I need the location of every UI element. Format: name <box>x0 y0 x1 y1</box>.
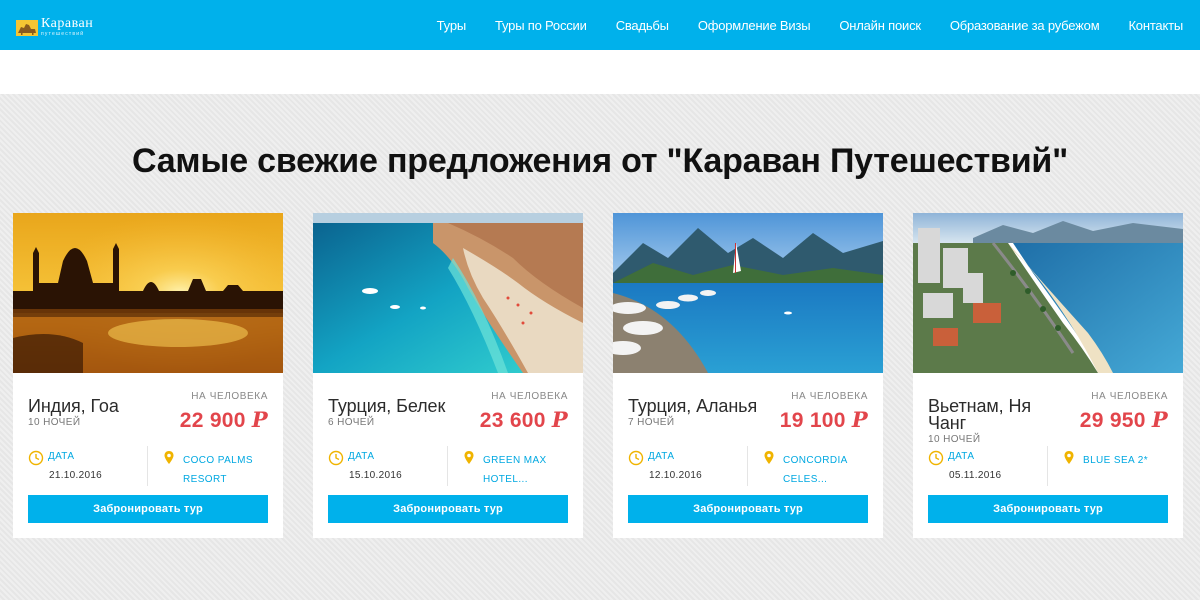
camel-logo-icon <box>16 20 38 36</box>
date-label: Дата <box>348 451 375 462</box>
price: 29 950 Р <box>1080 407 1168 433</box>
divider <box>147 446 148 486</box>
book-tour-button[interactable]: Забронировать тур <box>928 495 1168 523</box>
brand-name: Караван <box>41 16 94 31</box>
offer-card: Индия, Гоа 10 ночей На человека 22 900 Р … <box>13 213 283 538</box>
offer-photo[interactable] <box>313 213 583 373</box>
offer-card: Вьетнам, Ня Чанг 10 ночей На человека 29 … <box>913 213 1183 538</box>
book-tour-button[interactable]: Забронировать тур <box>328 495 568 523</box>
per-person-label: На человека <box>491 391 568 402</box>
taj-mahal-sunset-image <box>13 213 283 373</box>
brand-subtitle: путешествий <box>41 31 85 37</box>
date-block: Дата 05.11.2016 <box>928 449 1048 485</box>
hotel-link[interactable]: BLUE SEA 2* <box>1083 451 1169 470</box>
clock-icon <box>28 450 44 466</box>
location-pin-icon <box>764 451 774 464</box>
offer-photo[interactable] <box>913 213 1183 373</box>
destination-text: Турция, Белек <box>328 396 446 416</box>
clock-icon <box>328 450 344 466</box>
divider <box>447 446 448 486</box>
date-value: 21.10.2016 <box>49 470 103 481</box>
date-block: Дата 21.10.2016 <box>28 449 148 485</box>
nav-visa[interactable]: Оформление Визы <box>698 18 811 33</box>
nav-tours[interactable]: Туры <box>437 18 467 33</box>
price: 19 100 Р <box>780 407 868 433</box>
offer-card: Турция, Аланья 7 ночей На человека 19 100… <box>613 213 883 538</box>
nights-count: 6 ночей <box>328 417 375 428</box>
destination-text: Вьетнам, Ня Чанг <box>928 396 1032 433</box>
date-value: 15.10.2016 <box>349 470 403 481</box>
hotel-block: COCO PALMS RESORT <box>163 449 268 485</box>
offer-card: Турция, Белек 6 ночей На человека 23 600 … <box>313 213 583 538</box>
ruble-icon: Р <box>851 407 868 432</box>
nav-education-abroad[interactable]: Образование за рубежом <box>950 18 1100 33</box>
nav-weddings[interactable]: Свадьбы <box>616 18 669 33</box>
date-value: 12.10.2016 <box>649 470 703 481</box>
hotel-block: BLUE SEA 2* <box>1063 449 1168 485</box>
date-block: Дата 15.10.2016 <box>328 449 448 485</box>
coastal-city-image <box>913 213 1183 373</box>
nav-online-search[interactable]: Онлайн поиск <box>839 18 921 33</box>
hotel-link[interactable]: CONCORDIA CELES... <box>783 451 869 489</box>
nights-count: 10 ночей <box>28 417 81 428</box>
per-person-label: На человека <box>1091 391 1168 402</box>
per-person-label: На человека <box>191 391 268 402</box>
nav-russia-tours[interactable]: Туры по России <box>495 18 587 33</box>
date-block: Дата 12.10.2016 <box>628 449 748 485</box>
divider <box>747 446 748 486</box>
price-value: 19 100 <box>779 409 846 432</box>
offer-photo[interactable] <box>13 213 283 373</box>
main-nav: Туры Туры по России Свадьбы Оформление В… <box>437 0 1184 50</box>
price-value: 23 600 <box>479 409 546 432</box>
destination-name: Турция, Белек 6 ночей <box>328 396 463 429</box>
page-title: Самые свежие предложения от "Караван Пут… <box>131 142 1069 180</box>
destination-name: Вьетнам, Ня Чанг 10 ночей <box>928 396 1063 446</box>
destination-name: Турция, Аланья 7 ночей <box>628 396 763 429</box>
hotel-link[interactable]: COCO PALMS RESORT <box>183 451 269 489</box>
ruble-icon: Р <box>1151 407 1168 432</box>
destination-text: Турция, Аланья <box>628 396 758 416</box>
hotel-link[interactable]: GREEN MAX HOTEL... <box>483 451 569 489</box>
nights-count: 10 ночей <box>928 434 981 445</box>
location-pin-icon <box>164 451 174 464</box>
top-navbar: Караван путешествий Туры Туры по России … <box>0 0 1200 50</box>
date-label: Дата <box>948 451 975 462</box>
date-label: Дата <box>48 451 75 462</box>
ruble-icon: Р <box>551 407 568 432</box>
date-label: Дата <box>648 451 675 462</box>
per-person-label: На человека <box>791 391 868 402</box>
location-pin-icon <box>1064 451 1074 464</box>
destination-text: Индия, Гоа <box>28 396 119 416</box>
price: 22 900 Р <box>180 407 268 433</box>
nights-count: 7 ночей <box>628 417 675 428</box>
price-value: 29 950 <box>1079 409 1146 432</box>
turquoise-beach-image <box>313 213 583 373</box>
header-spacer <box>0 50 1200 94</box>
mountain-beach-image <box>613 213 883 373</box>
book-tour-button[interactable]: Забронировать тур <box>628 495 868 523</box>
location-pin-icon <box>464 451 474 464</box>
brand-logo[interactable]: Караван путешествий <box>16 16 93 38</box>
hotel-block: GREEN MAX HOTEL... <box>463 449 568 485</box>
offer-photo[interactable] <box>613 213 883 373</box>
price: 23 600 Р <box>480 407 568 433</box>
clock-icon <box>628 450 644 466</box>
clock-icon <box>928 450 944 466</box>
destination-name: Индия, Гоа 10 ночей <box>28 396 163 429</box>
book-tour-button[interactable]: Забронировать тур <box>28 495 268 523</box>
date-value: 05.11.2016 <box>949 470 1002 481</box>
price-value: 22 900 <box>179 409 246 432</box>
hotel-block: CONCORDIA CELES... <box>763 449 868 485</box>
nav-contacts[interactable]: Контакты <box>1128 18 1183 33</box>
divider <box>1047 446 1048 486</box>
ruble-icon: Р <box>251 407 268 432</box>
